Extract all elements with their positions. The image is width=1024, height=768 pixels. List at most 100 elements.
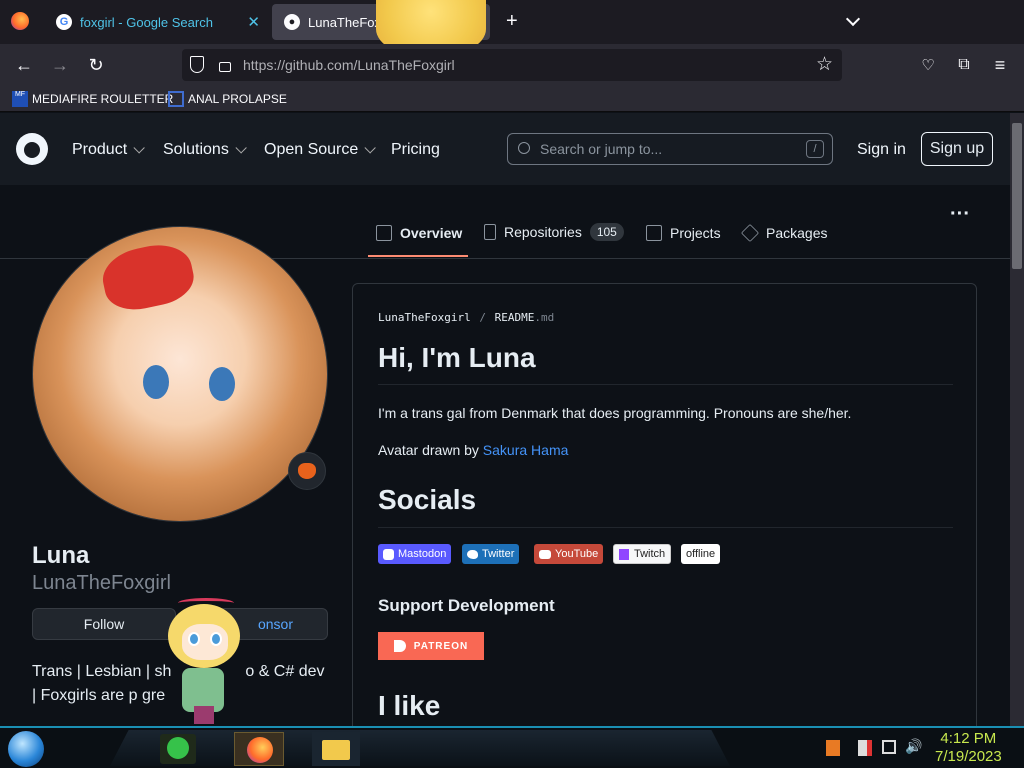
twitch-icon xyxy=(619,548,629,560)
mastodon-badge[interactable]: Mastodon xyxy=(378,544,452,564)
nav-solutions[interactable]: Solutions xyxy=(163,141,247,159)
taskbar: 🔊 4:12 PM 7/19/2023 xyxy=(0,726,1024,768)
search-placeholder: Search or jump to... xyxy=(540,141,663,157)
shield-icon[interactable] xyxy=(190,56,204,73)
search-icon xyxy=(518,142,530,154)
active-tab-underline xyxy=(368,255,468,257)
tab-bar: G foxgirl - Google Search ✕ ● LunaTheFox… xyxy=(0,0,1024,58)
readme-path: LunaTheFoxgirl / README.md xyxy=(378,311,555,324)
avatar-credit: Avatar drawn by Sakura Hama xyxy=(378,442,569,458)
folder-icon xyxy=(322,740,350,760)
sticker-star-butterfly xyxy=(160,598,250,726)
readme-path-file: README xyxy=(494,311,535,324)
clock-date: 7/19/2023 xyxy=(935,748,1002,765)
taskbar-skin-decoration xyxy=(110,730,730,766)
bookmark-favicon-icon xyxy=(168,91,184,107)
avatar-left-eye xyxy=(143,365,169,399)
reload-button[interactable]: ↻ xyxy=(84,53,108,77)
readme-heading: Hi, I'm Luna xyxy=(378,342,536,373)
sign-in-link[interactable]: Sign in xyxy=(857,141,906,159)
forward-button[interactable]: → xyxy=(48,53,72,77)
chevron-down-icon xyxy=(364,142,377,154)
book-icon xyxy=(376,225,392,241)
twitch-badge[interactable]: Twitch xyxy=(613,544,672,564)
new-tab-button[interactable]: + xyxy=(506,10,518,33)
tab-title: LunaTheFox xyxy=(308,14,381,30)
repo-count-badge: 105 xyxy=(589,223,624,241)
artist-link[interactable]: Sakura Hama xyxy=(483,442,569,458)
divider xyxy=(378,384,953,385)
file-explorer-button[interactable] xyxy=(312,732,360,766)
status-emoji-badge[interactable] xyxy=(288,452,326,490)
youtube-icon xyxy=(539,549,551,559)
close-tab-icon[interactable]: ✕ xyxy=(247,13,260,31)
more-options-icon[interactable]: ··· xyxy=(950,203,970,226)
bookmark-label: MEDIAFIRE ROULETTER xyxy=(32,92,174,106)
bookmark-star-icon[interactable]: ☆ xyxy=(816,53,833,76)
twitter-icon xyxy=(467,549,478,559)
tab-projects[interactable]: Projects xyxy=(646,225,721,241)
scrollbar-thumb[interactable] xyxy=(1012,123,1022,269)
table-icon xyxy=(646,225,662,241)
start-orb-button[interactable] xyxy=(8,731,44,767)
readme-path-user[interactable]: LunaTheFoxgirl xyxy=(378,311,471,324)
firefox-menu-icon[interactable] xyxy=(11,12,29,30)
navigation-toolbar: ← → ↻ https://github.com/LunaTheFoxgirl … xyxy=(0,44,1024,86)
patreon-button[interactable]: PATREON xyxy=(378,632,484,660)
extensions-icon[interactable]: ⧉ xyxy=(952,53,976,77)
profile-username: LunaTheFoxgirl xyxy=(32,572,171,594)
pocket-icon[interactable]: ♡ xyxy=(916,53,940,77)
divider xyxy=(378,527,953,528)
bookmark-label: ANAL PROLAPSE xyxy=(188,92,287,106)
github-header: Product Solutions Open Source Pricing Se… xyxy=(0,113,1010,185)
network-icon[interactable] xyxy=(882,740,896,754)
patreon-icon xyxy=(393,640,406,652)
profile-avatar[interactable] xyxy=(32,226,328,522)
firefox-taskbar-button[interactable] xyxy=(234,732,284,766)
repo-icon xyxy=(484,224,496,240)
package-icon xyxy=(740,223,760,243)
twitter-badge[interactable]: Twitter xyxy=(462,544,520,564)
tab-packages[interactable]: Packages xyxy=(740,223,827,243)
youtube-badge[interactable]: YouTube xyxy=(534,544,604,564)
avatar-right-eye xyxy=(209,367,235,401)
notes-app-button[interactable] xyxy=(160,734,196,764)
address-bar[interactable]: https://github.com/LunaTheFoxgirl ☆ xyxy=(182,49,842,81)
notes-app-icon xyxy=(167,737,189,759)
follow-button[interactable]: Follow xyxy=(32,608,176,640)
chevron-down-icon xyxy=(235,142,247,154)
hamburger-menu-icon[interactable]: ≡ xyxy=(988,53,1012,77)
mediafire-icon: MF xyxy=(12,91,28,107)
system-clock[interactable]: 4:12 PM 7/19/2023 xyxy=(935,730,1002,766)
page-scrollbar[interactable] xyxy=(1010,113,1024,728)
chevron-down-icon xyxy=(133,142,145,154)
sign-up-button[interactable]: Sign up xyxy=(921,132,993,166)
search-input[interactable]: Search or jump to... / xyxy=(507,133,833,165)
volume-icon[interactable]: 🔊 xyxy=(905,738,922,755)
tab-google-search[interactable]: G foxgirl - Google Search ✕ xyxy=(44,4,272,40)
tab-repositories[interactable]: Repositories 105 xyxy=(484,223,624,241)
twitch-status-badge: offline xyxy=(681,544,721,564)
bookmark-2[interactable]: ANAL PROLAPSE xyxy=(168,91,287,107)
socials-heading: Socials xyxy=(378,484,477,515)
lock-icon[interactable] xyxy=(219,62,231,72)
github-logo-icon[interactable] xyxy=(16,133,48,165)
readme-card: LunaTheFoxgirl / README.md Hi, I'm Luna … xyxy=(352,283,977,743)
mastodon-icon xyxy=(383,548,394,560)
github-icon: ● xyxy=(284,14,300,30)
url-text[interactable]: https://github.com/LunaTheFoxgirl xyxy=(243,57,455,73)
firefox-icon xyxy=(247,737,273,763)
back-button[interactable]: ← xyxy=(12,53,36,77)
tab-overview[interactable]: Overview xyxy=(376,225,462,241)
tray-app-icon[interactable] xyxy=(826,740,840,756)
action-center-icon[interactable] xyxy=(858,740,872,756)
list-all-tabs-icon[interactable] xyxy=(845,11,861,27)
support-heading: Support Development xyxy=(378,596,555,615)
nav-product[interactable]: Product xyxy=(72,141,145,159)
tab-title: foxgirl - Google Search xyxy=(80,14,213,30)
nav-open-source[interactable]: Open Source xyxy=(264,141,377,159)
bookmark-mediafire[interactable]: MF MEDIAFIRE ROULETTER xyxy=(12,91,173,107)
nav-pricing[interactable]: Pricing xyxy=(391,141,440,159)
google-icon: G xyxy=(56,14,72,30)
fox-icon xyxy=(298,463,316,479)
